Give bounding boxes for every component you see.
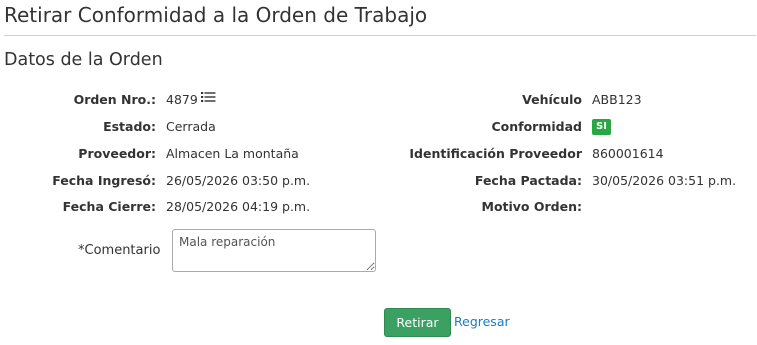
provider-id-label: Identificación Proveedor xyxy=(409,146,582,161)
order-reason-row: Motivo Orden: xyxy=(0,197,757,217)
conformity-value: SI xyxy=(592,117,611,137)
conformity-badge: SI xyxy=(592,118,611,135)
retirar-button[interactable]: Retirar xyxy=(384,308,451,337)
agreed-date-row: Fecha Pactada: 30/05/2026 03:51 p.m. xyxy=(0,171,757,191)
conformity-row: Conformidad SI xyxy=(0,117,757,137)
title-divider xyxy=(4,35,756,36)
page-title: Retirar Conformidad a la Orden de Trabaj… xyxy=(4,3,428,27)
agreed-date-value: 30/05/2026 03:51 p.m. xyxy=(592,173,737,188)
vehicle-label: Vehículo xyxy=(522,92,582,107)
regresar-link[interactable]: Regresar xyxy=(454,313,510,331)
order-reason-label: Motivo Orden: xyxy=(481,199,583,214)
provider-id-value: 860001614 xyxy=(592,146,664,161)
vehicle-value: ABB123 xyxy=(592,92,642,107)
vehicle-row: Vehículo ABB123 xyxy=(0,90,757,110)
comment-label: *Comentario xyxy=(78,243,161,258)
conformity-label: Conformidad xyxy=(491,119,583,134)
provider-id-row: Identificación Proveedor 860001614 xyxy=(0,144,757,164)
agreed-date-label: Fecha Pactada: xyxy=(474,173,582,188)
section-title: Datos de la Orden xyxy=(4,50,163,70)
comment-textarea[interactable]: Mala reparación xyxy=(172,229,376,272)
